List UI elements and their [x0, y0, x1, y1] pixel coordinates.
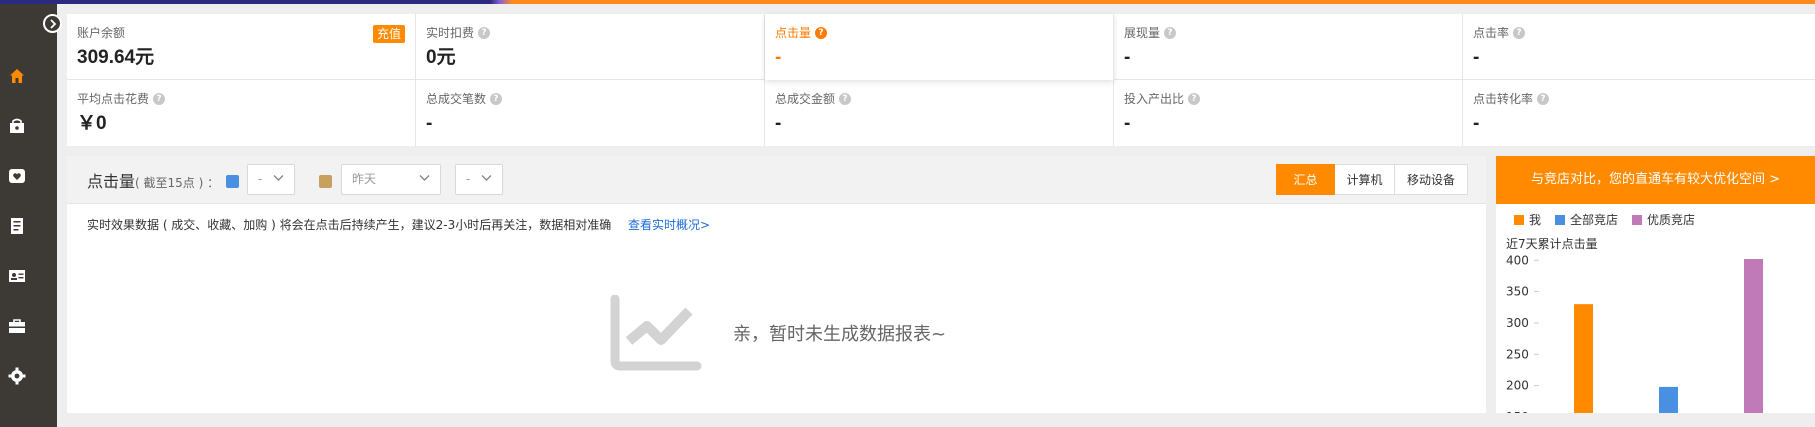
chart-title: 点击量: [87, 172, 136, 191]
metric-account-balance[interactable]: 账户余额 309.64元 充值: [67, 14, 416, 80]
compare-banner-link[interactable]: 与竞店对比，您的直通车有较大优化空间 >: [1496, 156, 1815, 204]
metric-impressions[interactable]: 展现量? -: [1114, 14, 1463, 80]
metric-value: 309.64元: [77, 47, 155, 68]
y-tick-label: 250: [1506, 347, 1529, 361]
metric-value: -: [775, 113, 782, 134]
legend-swatch: [1632, 215, 1643, 225]
metrics-grid: 账户余额 309.64元 充值 实时扣费? 0元 点击量? - 展现量? - 点…: [67, 14, 1815, 146]
shop-icon[interactable]: [7, 116, 27, 136]
metric-realtime-charge[interactable]: 实时扣费? 0元: [416, 14, 765, 80]
legend-label: 我: [1529, 213, 1542, 227]
metric-select-1[interactable]: -: [247, 164, 295, 195]
y-tick-label: 150: [1506, 410, 1529, 413]
segment-summary[interactable]: 汇总: [1276, 164, 1335, 195]
metric-label: 展现量: [1124, 26, 1161, 40]
metric-value: -: [1473, 47, 1480, 68]
help-icon[interactable]: ?: [815, 27, 828, 39]
chevron-down-icon: [273, 175, 284, 181]
y-tick-label: 350: [1506, 285, 1529, 299]
chevron-down-icon: [419, 175, 430, 181]
select-value: 昨天: [352, 172, 377, 186]
heart-icon[interactable]: [7, 166, 27, 186]
compare-color-swatch: [319, 175, 332, 188]
metric-roi[interactable]: 投入产出比? -: [1114, 80, 1463, 146]
segment-mobile[interactable]: 移动设备: [1395, 164, 1468, 195]
metric-label: 实时扣费: [426, 26, 475, 40]
metric-value: -: [426, 113, 433, 134]
y-tick-label: 300: [1506, 316, 1529, 330]
chart-toolbar: 点击量( 截至15点 ) ： - 昨天 - 汇总 计算机 移动设备: [67, 156, 1486, 204]
home-icon[interactable]: [7, 66, 27, 86]
legend-item: 全部竞店: [1555, 212, 1618, 228]
metric-label: 账户余额: [77, 26, 126, 40]
y-tick-label: 200: [1506, 379, 1529, 393]
metric-label: 总成交笔数: [426, 92, 487, 106]
metric-total-gmv[interactable]: 总成交金额? -: [765, 80, 1114, 146]
competitor-compare-panel: 与竞店对比，您的直通车有较大优化空间 > 我 全部竞店 优质竞店 近7天累计点击…: [1496, 156, 1815, 413]
metric-value: -: [1124, 113, 1131, 134]
top-accent-bar: [0, 0, 1815, 4]
chevron-down-icon: [481, 175, 492, 181]
metric-label: 点击转化率: [1473, 92, 1534, 106]
bar-0[interactable]: [1574, 304, 1593, 413]
help-icon[interactable]: ?: [478, 27, 491, 39]
chart-legend: 我 全部竞店 优质竞店: [1514, 212, 1695, 228]
segment-pc[interactable]: 计算机: [1335, 164, 1395, 195]
help-icon[interactable]: ?: [1537, 93, 1550, 105]
metric-value: ￥0: [77, 113, 107, 134]
legend-swatch: [1555, 215, 1566, 225]
metric-clicks[interactable]: 点击量? -: [765, 14, 1114, 80]
metric-avg-cpc[interactable]: 平均点击花费? ￥0: [67, 80, 416, 146]
legend-label: 全部竞店: [1570, 213, 1619, 227]
metric-label: 总成交金额: [775, 92, 836, 106]
metric-value: -: [1124, 47, 1131, 68]
metric-label: 点击率: [1473, 26, 1510, 40]
help-icon[interactable]: ?: [153, 93, 166, 105]
metric-label: 投入产出比: [1124, 92, 1185, 106]
metric-label: 点击量: [775, 26, 812, 40]
select-value: -: [466, 172, 471, 186]
help-icon[interactable]: ?: [1164, 27, 1177, 39]
series-color-swatch: [226, 175, 239, 188]
empty-chart-icon: [610, 295, 702, 371]
chart-subtitle: ( 截至15点 ) ：: [135, 176, 220, 190]
help-icon[interactable]: ?: [839, 93, 852, 105]
help-icon[interactable]: ?: [490, 93, 503, 105]
metric-cvr[interactable]: 点击转化率? -: [1463, 80, 1815, 146]
report-icon[interactable]: [7, 216, 27, 236]
bar-1[interactable]: [1659, 386, 1678, 413]
date-select[interactable]: 昨天: [341, 164, 441, 195]
metric-select-2[interactable]: -: [455, 164, 503, 195]
toolbox-icon[interactable]: [7, 316, 27, 336]
legend-label: 优质竞店: [1647, 213, 1696, 227]
recharge-button[interactable]: 充值: [372, 25, 405, 43]
metric-value: -: [775, 47, 782, 68]
realtime-notice: 实时效果数据 ( 成交、收藏、加购 ) 将会在点击后持续产生，建议2-3小时后再…: [87, 218, 612, 232]
trend-chart-panel: 点击量( 截至15点 ) ： - 昨天 - 汇总 计算机 移动设备 实时效果数据…: [67, 156, 1486, 413]
help-icon[interactable]: ?: [1188, 93, 1201, 105]
sidebar-collapse-button[interactable]: [43, 14, 62, 33]
y-tick-label: 400: [1506, 253, 1529, 267]
select-value: -: [258, 172, 263, 186]
chevron-right-icon: [49, 18, 56, 29]
view-realtime-link[interactable]: 查看实时概况>: [628, 217, 710, 233]
contact-card-icon[interactable]: [7, 266, 27, 286]
metric-value: 0元: [426, 47, 456, 68]
bar-2[interactable]: [1744, 259, 1763, 413]
metric-label: 平均点击花费: [77, 92, 150, 106]
legend-swatch: [1514, 215, 1524, 225]
gear-icon[interactable]: [7, 366, 27, 386]
metric-value: -: [1473, 113, 1480, 134]
metric-total-orders[interactable]: 总成交笔数? -: [416, 80, 765, 146]
legend-item: 优质竞店: [1632, 212, 1695, 228]
legend-item: 我: [1514, 212, 1541, 228]
help-icon[interactable]: ?: [1513, 27, 1526, 39]
sidebar: [0, 4, 57, 427]
compare-bar-chart: 150 200 250 300 350 400: [1506, 253, 1763, 413]
empty-state-text: 亲，暂时未生成数据报表~: [733, 324, 947, 345]
metric-ctr[interactable]: 点击率? -: [1463, 14, 1815, 80]
chart-y-axis-label: 近7天累计点击量: [1506, 237, 1598, 251]
